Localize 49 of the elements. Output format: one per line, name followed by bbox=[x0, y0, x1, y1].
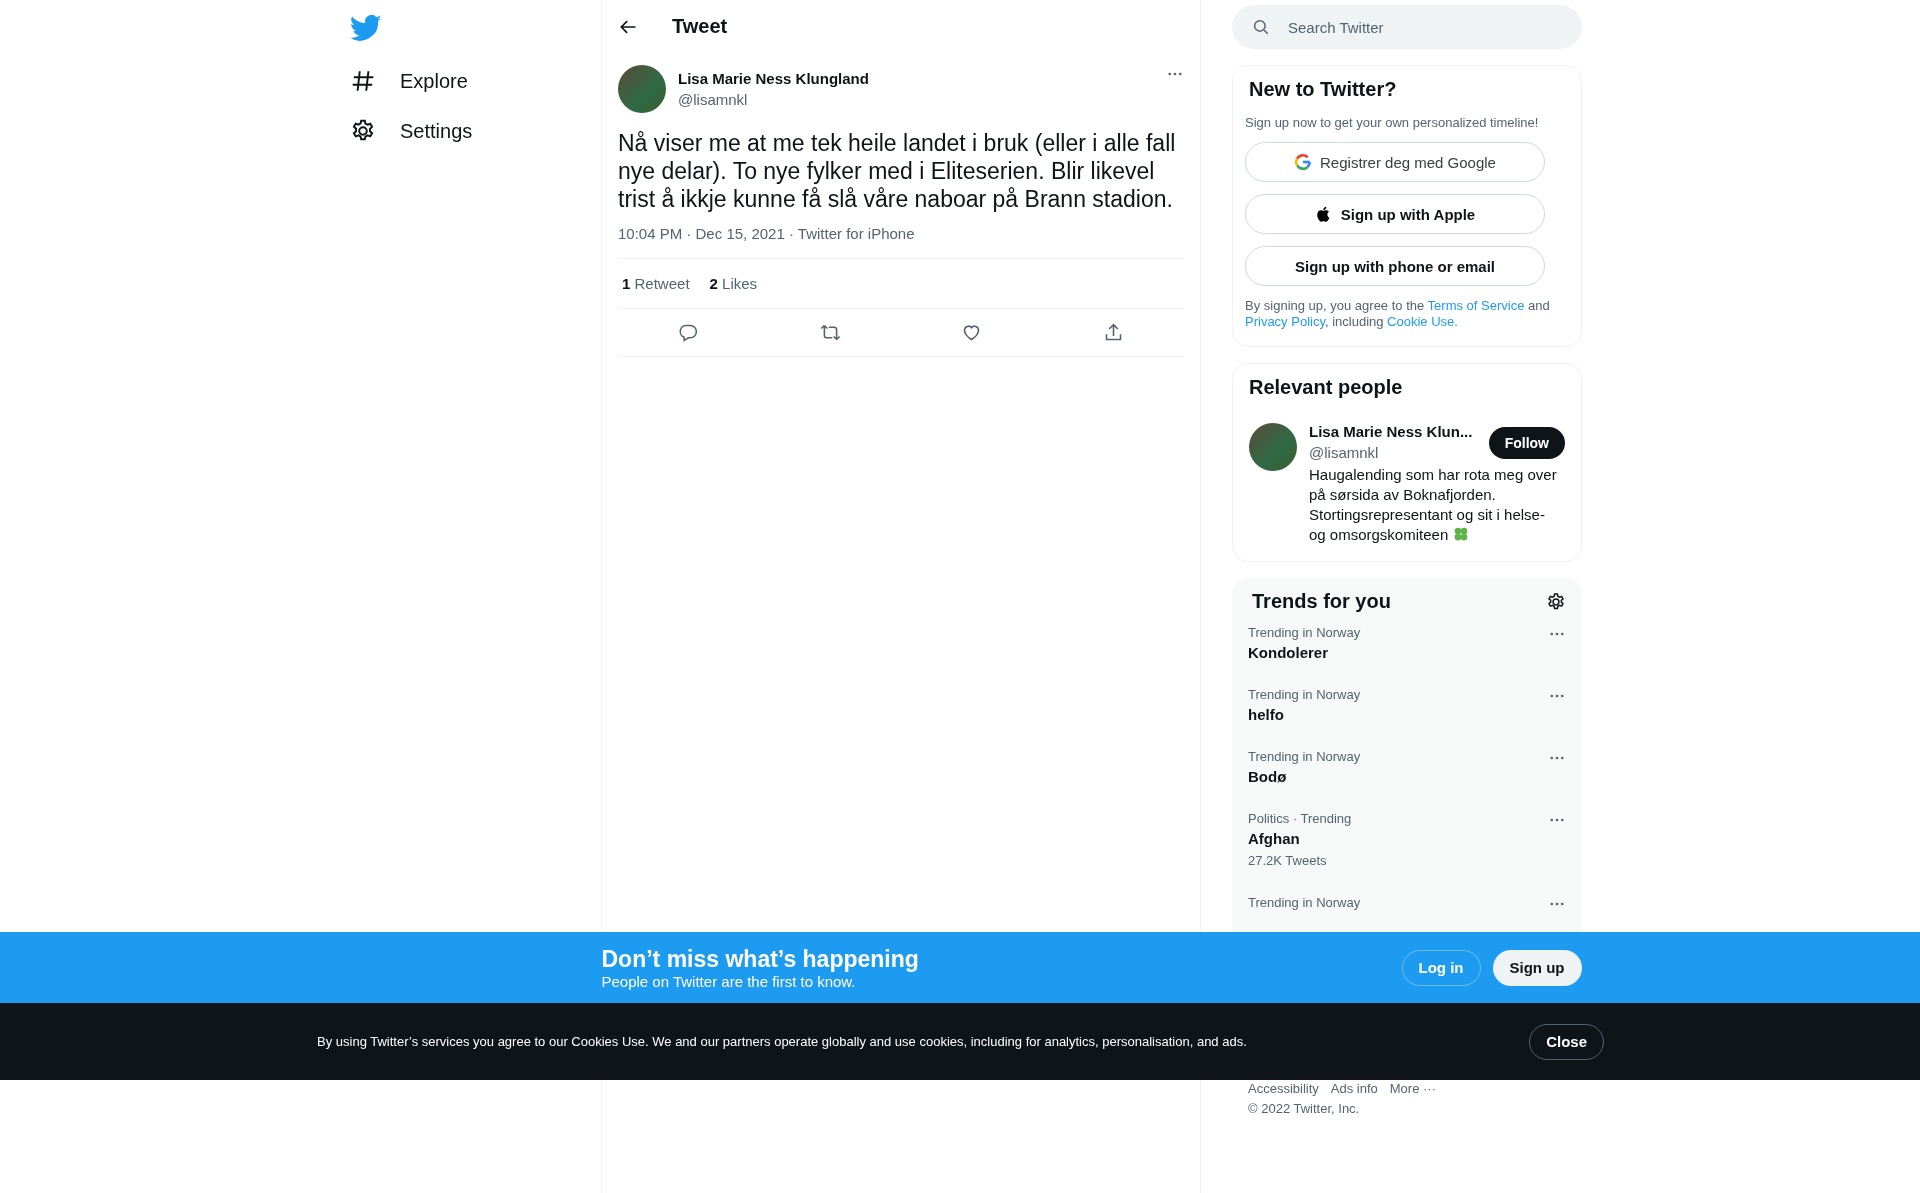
google-logo-icon bbox=[1294, 153, 1313, 171]
follow-button[interactable]: Follow bbox=[1488, 427, 1565, 459]
search-icon bbox=[1252, 18, 1270, 36]
footer-link[interactable]: Accessibility bbox=[1248, 1079, 1319, 1099]
author-handle[interactable]: @lisamnkl bbox=[678, 91, 1154, 108]
trend-count: 27.2K Tweets bbox=[1248, 853, 1328, 868]
nav-link[interactable]: Explore bbox=[350, 56, 468, 106]
avatar-photo-placeholder[interactable] bbox=[1249, 423, 1297, 471]
trend-name[interactable]: Afghan bbox=[1248, 830, 1352, 847]
trend-category: Trending in Norway bbox=[1248, 625, 1361, 640]
tweet-text: Nå viser me at me tek heile landet i bruk (eller i alle fall nye delar). To nye fylker med i Eliteserien. Blir likevel trist å ikkje kunne få slå våre naboar på Brann stadion. bbox=[618, 129, 1177, 213]
person-handle[interactable]: @lisamnkl bbox=[1309, 444, 1489, 461]
trend-name[interactable]: Bodø bbox=[1248, 768, 1361, 785]
trend-name[interactable]: Kondolerer bbox=[1248, 644, 1361, 661]
trend-category: Trending in Norway bbox=[1248, 687, 1361, 702]
retweet-icon[interactable] bbox=[819, 322, 841, 343]
card-title: New to Twitter? bbox=[1249, 78, 1398, 101]
banner-title: Don’t miss what’s happening bbox=[601, 945, 920, 973]
tweet-timestamp: 10:04 PM · Dec 15, 2021 · Twitter for iPhone bbox=[618, 225, 1184, 259]
banner-subtitle: People on Twitter are the first to know. bbox=[601, 972, 857, 990]
person-name[interactable]: Lisa Marie Ness Klun... bbox=[1309, 423, 1489, 440]
copyright-text: © 2022 Twitter, Inc. bbox=[1248, 1100, 1361, 1118]
tweet-stat-link[interactable]: 1 Retweet bbox=[622, 275, 690, 292]
tweet-stat-link[interactable]: 2 Likes bbox=[709, 275, 758, 292]
page-title: Tweet bbox=[672, 15, 728, 38]
legal-text: By signing up, you agree to the Terms of Service and Privacy Policy, including Cookie Use. bbox=[1245, 298, 1551, 330]
signup-button[interactable]: Sign up with Apple bbox=[1245, 194, 1545, 234]
author-name[interactable]: Lisa Marie Ness Klungland bbox=[678, 70, 1154, 87]
avatar-photo-placeholder[interactable] bbox=[618, 65, 666, 113]
hashtag-icon bbox=[350, 68, 376, 94]
signup-button[interactable]: Sign up with phone or email bbox=[1245, 246, 1545, 286]
card-title: Relevant people bbox=[1249, 376, 1404, 399]
search-field[interactable]: Search Twitter bbox=[1232, 5, 1582, 49]
nav-link[interactable]: Settings bbox=[350, 106, 473, 156]
bird-logo-icon[interactable] bbox=[350, 12, 382, 44]
reply-icon[interactable] bbox=[678, 322, 700, 343]
signup-button[interactable]: Sign up bbox=[1492, 949, 1582, 986]
card-title: Trends for you bbox=[1252, 590, 1391, 613]
trend-category: Politics · Trending bbox=[1248, 811, 1352, 826]
footer-link[interactable]: More ··· bbox=[1389, 1079, 1436, 1099]
trend-category: Trending in Norway bbox=[1248, 895, 1361, 910]
settings-icon[interactable] bbox=[1546, 591, 1566, 612]
cookie-notice: By using Twitter’s services you agree to our Cookies Use. We and our partners operate globally and use cookies, including for analytics, personalisation, and ads. bbox=[317, 1034, 1247, 1049]
footer-link[interactable]: Ads info bbox=[1330, 1079, 1378, 1099]
trend-category: Trending in Norway bbox=[1248, 749, 1361, 764]
trend-name[interactable]: helfo bbox=[1248, 706, 1361, 723]
person-bio: Haugalending som har rota meg over på sørsida av Boknafjorden. Stortingsrepresentant og sit i helse- og omsorgskomiteen bbox=[1309, 465, 1558, 545]
signup-subtitle: Sign up now to get your own personalized timeline! bbox=[1245, 115, 1540, 130]
signup-button[interactable]: Registrer deg med Google bbox=[1245, 142, 1545, 182]
